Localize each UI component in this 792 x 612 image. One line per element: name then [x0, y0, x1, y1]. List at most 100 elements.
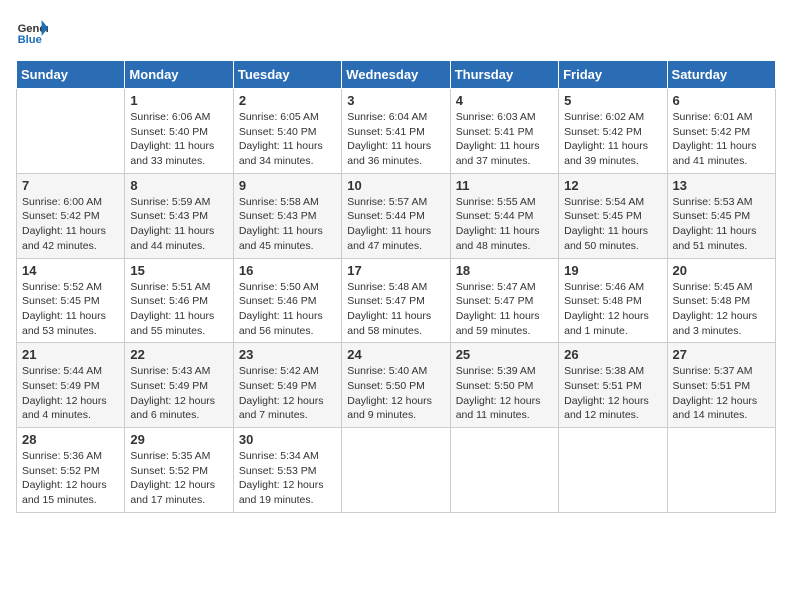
calendar-cell: 24 Sunrise: 5:40 AMSunset: 5:50 PMDayligh…: [342, 343, 450, 428]
calendar-week-3: 14 Sunrise: 5:52 AMSunset: 5:45 PMDayligh…: [17, 258, 776, 343]
day-number: 16: [239, 263, 336, 278]
cell-info: Sunrise: 5:35 AMSunset: 5:52 PMDaylight:…: [130, 449, 227, 508]
calendar-cell: 12 Sunrise: 5:54 AMSunset: 5:45 PMDayligh…: [559, 173, 667, 258]
calendar-cell: 22 Sunrise: 5:43 AMSunset: 5:49 PMDayligh…: [125, 343, 233, 428]
cell-info: Sunrise: 5:47 AMSunset: 5:47 PMDaylight:…: [456, 280, 553, 339]
page-header: General Blue: [16, 16, 776, 48]
calendar-cell: 8 Sunrise: 5:59 AMSunset: 5:43 PMDaylight…: [125, 173, 233, 258]
cell-info: Sunrise: 5:36 AMSunset: 5:52 PMDaylight:…: [22, 449, 119, 508]
day-number: 9: [239, 178, 336, 193]
column-header-thursday: Thursday: [450, 61, 558, 89]
logo: General Blue: [16, 16, 52, 48]
cell-info: Sunrise: 6:02 AMSunset: 5:42 PMDaylight:…: [564, 110, 661, 169]
calendar-cell: 11 Sunrise: 5:55 AMSunset: 5:44 PMDayligh…: [450, 173, 558, 258]
calendar-cell: 4 Sunrise: 6:03 AMSunset: 5:41 PMDaylight…: [450, 89, 558, 174]
cell-info: Sunrise: 5:50 AMSunset: 5:46 PMDaylight:…: [239, 280, 336, 339]
logo-icon: General Blue: [16, 16, 48, 48]
cell-info: Sunrise: 5:59 AMSunset: 5:43 PMDaylight:…: [130, 195, 227, 254]
day-number: 5: [564, 93, 661, 108]
day-number: 8: [130, 178, 227, 193]
day-number: 1: [130, 93, 227, 108]
calendar-cell: 10 Sunrise: 5:57 AMSunset: 5:44 PMDayligh…: [342, 173, 450, 258]
header-row: SundayMondayTuesdayWednesdayThursdayFrid…: [17, 61, 776, 89]
calendar-cell: 29 Sunrise: 5:35 AMSunset: 5:52 PMDayligh…: [125, 428, 233, 513]
cell-info: Sunrise: 5:43 AMSunset: 5:49 PMDaylight:…: [130, 364, 227, 423]
calendar-table: SundayMondayTuesdayWednesdayThursdayFrid…: [16, 60, 776, 513]
day-number: 3: [347, 93, 444, 108]
day-number: 19: [564, 263, 661, 278]
column-header-tuesday: Tuesday: [233, 61, 341, 89]
cell-info: Sunrise: 5:34 AMSunset: 5:53 PMDaylight:…: [239, 449, 336, 508]
calendar-cell: 14 Sunrise: 5:52 AMSunset: 5:45 PMDayligh…: [17, 258, 125, 343]
calendar-cell: 7 Sunrise: 6:00 AMSunset: 5:42 PMDaylight…: [17, 173, 125, 258]
day-number: 26: [564, 347, 661, 362]
day-number: 24: [347, 347, 444, 362]
calendar-cell: 26 Sunrise: 5:38 AMSunset: 5:51 PMDayligh…: [559, 343, 667, 428]
calendar-cell: 6 Sunrise: 6:01 AMSunset: 5:42 PMDaylight…: [667, 89, 775, 174]
day-number: 13: [673, 178, 770, 193]
calendar-cell: 20Sunrise: 5:45 AMSunset: 5:48 PMDayligh…: [667, 258, 775, 343]
calendar-cell: 25Sunrise: 5:39 AMSunset: 5:50 PMDayligh…: [450, 343, 558, 428]
day-number: 23: [239, 347, 336, 362]
calendar-cell: 28 Sunrise: 5:36 AMSunset: 5:52 PMDayligh…: [17, 428, 125, 513]
cell-info: Sunrise: 5:48 AMSunset: 5:47 PMDaylight:…: [347, 280, 444, 339]
day-number: 28: [22, 432, 119, 447]
calendar-cell: 19 Sunrise: 5:46 AMSunset: 5:48 PMDayligh…: [559, 258, 667, 343]
calendar-week-2: 7 Sunrise: 6:00 AMSunset: 5:42 PMDaylight…: [17, 173, 776, 258]
day-number: 25: [456, 347, 553, 362]
cell-info: Sunrise: 5:57 AMSunset: 5:44 PMDaylight:…: [347, 195, 444, 254]
cell-info: Sunrise: 6:01 AMSunset: 5:42 PMDaylight:…: [673, 110, 770, 169]
calendar-cell: 30 Sunrise: 5:34 AMSunset: 5:53 PMDayligh…: [233, 428, 341, 513]
calendar-cell: [17, 89, 125, 174]
cell-info: Sunrise: 5:58 AMSunset: 5:43 PMDaylight:…: [239, 195, 336, 254]
day-number: 4: [456, 93, 553, 108]
calendar-cell: 2 Sunrise: 6:05 AMSunset: 5:40 PMDaylight…: [233, 89, 341, 174]
calendar-cell: 16 Sunrise: 5:50 AMSunset: 5:46 PMDayligh…: [233, 258, 341, 343]
calendar-cell: 1 Sunrise: 6:06 AMSunset: 5:40 PMDaylight…: [125, 89, 233, 174]
cell-info: Sunrise: 5:42 AMSunset: 5:49 PMDaylight:…: [239, 364, 336, 423]
calendar-cell: 27Sunrise: 5:37 AMSunset: 5:51 PMDayligh…: [667, 343, 775, 428]
day-number: 11: [456, 178, 553, 193]
calendar-cell: 5 Sunrise: 6:02 AMSunset: 5:42 PMDaylight…: [559, 89, 667, 174]
calendar-cell: 3Sunrise: 6:04 AMSunset: 5:41 PMDaylight…: [342, 89, 450, 174]
calendar-week-4: 21Sunrise: 5:44 AMSunset: 5:49 PMDayligh…: [17, 343, 776, 428]
cell-info: Sunrise: 6:06 AMSunset: 5:40 PMDaylight:…: [130, 110, 227, 169]
calendar-cell: 9 Sunrise: 5:58 AMSunset: 5:43 PMDaylight…: [233, 173, 341, 258]
cell-info: Sunrise: 5:38 AMSunset: 5:51 PMDaylight:…: [564, 364, 661, 423]
day-number: 7: [22, 178, 119, 193]
cell-info: Sunrise: 6:03 AMSunset: 5:41 PMDaylight:…: [456, 110, 553, 169]
calendar-cell: [667, 428, 775, 513]
column-header-wednesday: Wednesday: [342, 61, 450, 89]
calendar-cell: 13 Sunrise: 5:53 AMSunset: 5:45 PMDayligh…: [667, 173, 775, 258]
day-number: 22: [130, 347, 227, 362]
cell-info: Sunrise: 5:55 AMSunset: 5:44 PMDaylight:…: [456, 195, 553, 254]
day-number: 6: [673, 93, 770, 108]
cell-info: Sunrise: 6:05 AMSunset: 5:40 PMDaylight:…: [239, 110, 336, 169]
day-number: 15: [130, 263, 227, 278]
cell-info: Sunrise: 6:00 AMSunset: 5:42 PMDaylight:…: [22, 195, 119, 254]
column-header-sunday: Sunday: [17, 61, 125, 89]
cell-info: Sunrise: 5:52 AMSunset: 5:45 PMDaylight:…: [22, 280, 119, 339]
cell-info: Sunrise: 5:46 AMSunset: 5:48 PMDaylight:…: [564, 280, 661, 339]
column-header-monday: Monday: [125, 61, 233, 89]
cell-info: Sunrise: 5:40 AMSunset: 5:50 PMDaylight:…: [347, 364, 444, 423]
day-number: 29: [130, 432, 227, 447]
day-number: 30: [239, 432, 336, 447]
day-number: 10: [347, 178, 444, 193]
day-number: 14: [22, 263, 119, 278]
calendar-cell: 23 Sunrise: 5:42 AMSunset: 5:49 PMDayligh…: [233, 343, 341, 428]
cell-info: Sunrise: 5:54 AMSunset: 5:45 PMDaylight:…: [564, 195, 661, 254]
day-number: 21: [22, 347, 119, 362]
svg-text:Blue: Blue: [18, 34, 42, 46]
column-header-friday: Friday: [559, 61, 667, 89]
day-number: 2: [239, 93, 336, 108]
day-number: 20: [673, 263, 770, 278]
cell-info: Sunrise: 5:51 AMSunset: 5:46 PMDaylight:…: [130, 280, 227, 339]
calendar-cell: [559, 428, 667, 513]
calendar-week-5: 28 Sunrise: 5:36 AMSunset: 5:52 PMDayligh…: [17, 428, 776, 513]
calendar-cell: [342, 428, 450, 513]
cell-info: Sunrise: 5:53 AMSunset: 5:45 PMDaylight:…: [673, 195, 770, 254]
calendar-cell: 15 Sunrise: 5:51 AMSunset: 5:46 PMDayligh…: [125, 258, 233, 343]
calendar-cell: 17Sunrise: 5:48 AMSunset: 5:47 PMDayligh…: [342, 258, 450, 343]
day-number: 12: [564, 178, 661, 193]
